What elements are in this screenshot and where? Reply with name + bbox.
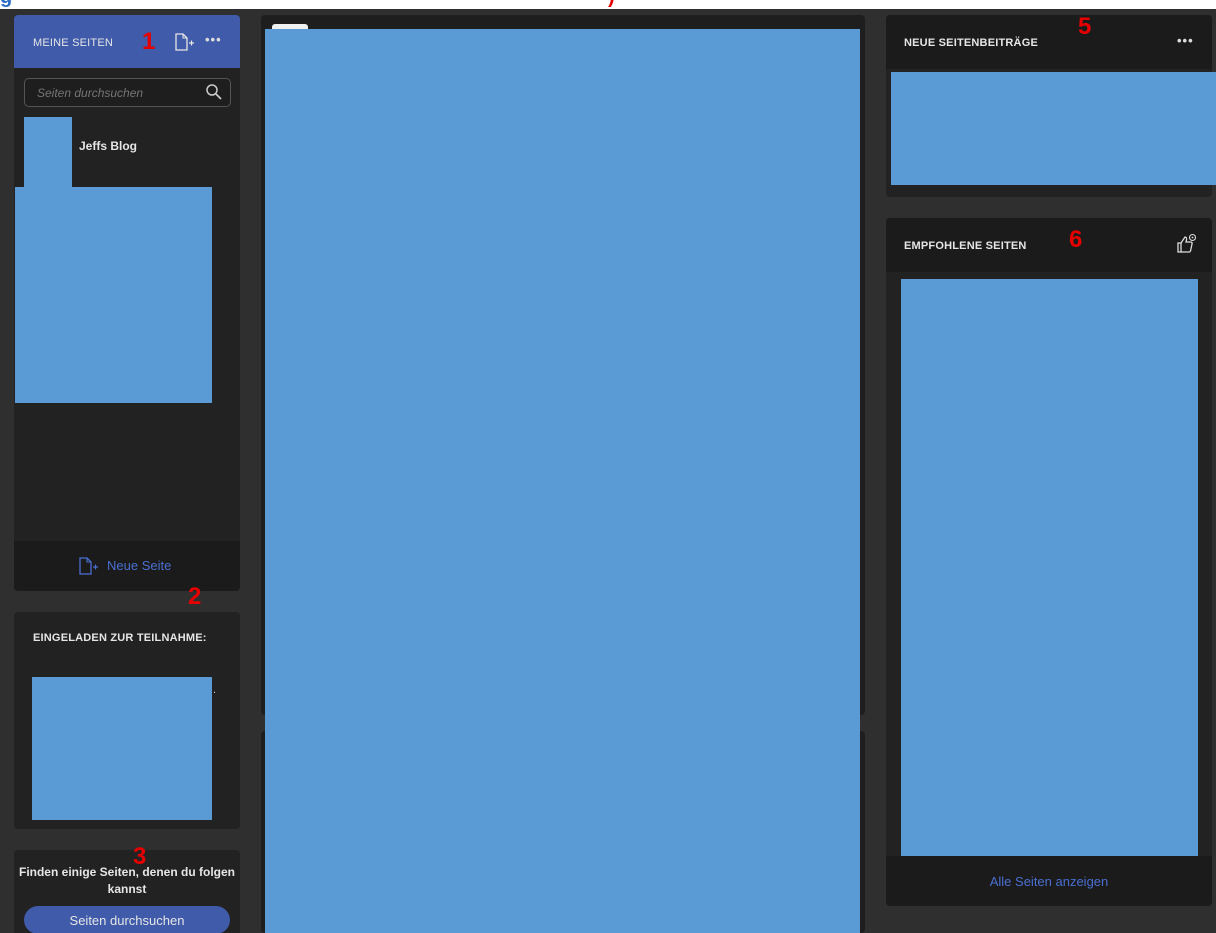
new-page-icon[interactable]: [174, 33, 196, 51]
new-posts-header: NEUE SEITENBEITRÄGE •••: [886, 15, 1212, 69]
my-pages-title: MEINE SEITEN: [33, 37, 114, 49]
recommended-header: EMPFOHLENE SEITEN: [886, 218, 1212, 272]
page-search-input[interactable]: [35, 83, 199, 103]
more-options-icon[interactable]: •••: [205, 32, 222, 47]
new-page-footer[interactable]: Neue Seite: [14, 541, 240, 591]
find-pages-panel: Finden einige Seiten, denen du folgen ka…: [14, 850, 240, 933]
recommended-footer[interactable]: Alle Seiten anzeigen: [886, 856, 1212, 906]
page-search-field[interactable]: [24, 78, 231, 107]
new-posts-more-icon[interactable]: •••: [1177, 33, 1194, 48]
redacted-invited-list: [32, 677, 212, 820]
thumbs-up-settings-icon[interactable]: [1175, 233, 1197, 255]
annotation-marker-3: 3: [133, 843, 147, 870]
heading-fragment-left: g: [0, 0, 12, 9]
annotation-marker-1: 1: [142, 28, 156, 55]
my-pages-header: MEINE SEITEN 1 •••: [14, 15, 240, 68]
redacted-feed: [265, 29, 860, 933]
search-icon[interactable]: [205, 83, 223, 101]
annotation-marker-5: 5: [1078, 13, 1092, 40]
annotation-marker-6: 6: [1069, 226, 1083, 253]
annotation-marker-2: 2: [188, 583, 202, 610]
redacted-new-posts: [891, 72, 1216, 185]
show-all-pages-link[interactable]: Alle Seiten anzeigen: [990, 874, 1109, 889]
find-pages-button[interactable]: Seiten durchsuchen: [24, 906, 230, 933]
invited-title: EINGELADEN ZUR TEILNAHME:: [33, 632, 207, 644]
redacted-recommended-list: [901, 279, 1198, 856]
new-posts-title: NEUE SEITENBEITRÄGE: [904, 37, 1038, 49]
new-page-link[interactable]: Neue Seite: [107, 558, 171, 573]
page-top-heading: g ): [0, 0, 1216, 9]
new-page-footer-icon: [78, 557, 100, 575]
find-pages-button-label: Seiten durchsuchen: [69, 913, 185, 928]
redacted-page-list: [15, 187, 212, 403]
find-pages-text: Finden einige Seiten, denen du folgen ka…: [18, 865, 235, 896]
redacted-thumbnail: [24, 117, 72, 192]
page-item-label: Jeffs Blog: [79, 139, 138, 153]
recommended-title: EMPFOHLENE SEITEN: [904, 240, 1027, 252]
heading-fragment-right: ): [608, 0, 615, 9]
